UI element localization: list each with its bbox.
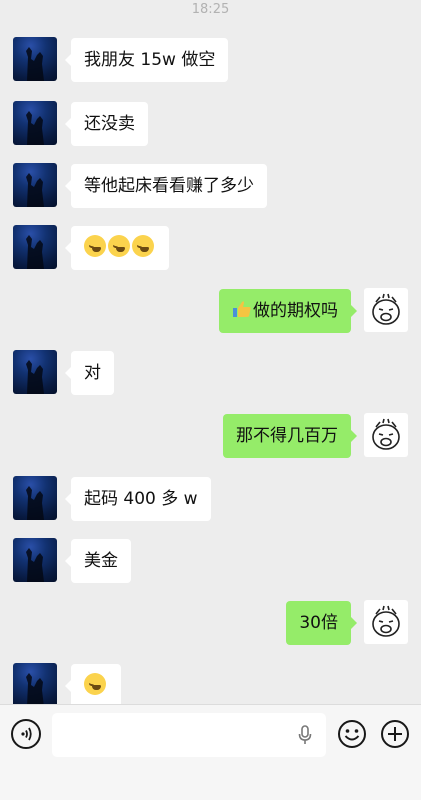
contact-avatar[interactable] (13, 37, 57, 81)
plus-icon (381, 720, 409, 748)
laugh-cry-emoji-icon (108, 235, 130, 257)
message-input[interactable] (52, 713, 326, 757)
message-text: 还没卖 (84, 114, 135, 134)
message-bubble-incoming[interactable]: 我朋友 15w 做空 (64, 38, 229, 82)
laugh-cry-emoji-icon (84, 235, 106, 257)
message-text: 30倍 (299, 613, 338, 633)
smiley-icon (338, 720, 366, 748)
message-text: 我朋友 15w 做空 (84, 50, 216, 70)
contact-avatar[interactable] (13, 350, 57, 394)
message-text: 美金 (84, 551, 118, 571)
message-bubble-incoming[interactable]: 美金 (65, 539, 131, 583)
message-bubble-incoming[interactable] (65, 226, 169, 270)
input-toolbar (0, 704, 421, 800)
more-actions-button[interactable] (380, 719, 410, 749)
message-text: 做的期权吗 (253, 301, 338, 321)
contact-avatar[interactable] (13, 476, 57, 520)
contact-avatar[interactable] (13, 101, 57, 145)
message-bubble-incoming[interactable]: 起码 400 多 w (65, 477, 211, 521)
contact-avatar[interactable] (13, 538, 57, 582)
microphone-icon[interactable] (298, 725, 312, 745)
emoji-button[interactable] (337, 719, 367, 749)
my-avatar[interactable] (364, 413, 408, 457)
message-bubble-incoming[interactable] (65, 664, 121, 704)
message-bubble-incoming[interactable]: 对 (65, 351, 114, 395)
voice-icon (21, 727, 32, 741)
message-bubble-outgoing[interactable]: 那不得几百万 (223, 414, 357, 458)
thumbs-up-emoji-icon (233, 301, 251, 317)
my-avatar[interactable] (364, 600, 408, 644)
contact-avatar[interactable] (13, 163, 57, 207)
message-text: 对 (84, 363, 101, 383)
contact-avatar[interactable] (13, 225, 57, 269)
message-text: 起码 400 多 w (84, 489, 198, 509)
contact-avatar[interactable] (13, 663, 57, 704)
voice-mode-button[interactable] (11, 719, 41, 749)
message-bubble-incoming[interactable]: 等他起床看看赚了多少 (65, 164, 267, 208)
laugh-cry-emoji-icon (84, 673, 106, 695)
my-avatar[interactable] (364, 288, 408, 332)
message-bubble-incoming[interactable]: 还没卖 (65, 102, 148, 146)
laugh-cry-emoji-icon (132, 235, 154, 257)
message-bubble-outgoing[interactable]: 做的期权吗 (219, 289, 357, 333)
message-text: 等他起床看看赚了多少 (84, 176, 254, 196)
message-text: 那不得几百万 (236, 426, 338, 446)
chat-messages[interactable]: 我朋友 15w 做空 还没卖 等他起床看看赚了多少 做的期权吗 对 那不得几百万… (0, 0, 421, 704)
message-bubble-outgoing[interactable]: 30倍 (286, 601, 357, 645)
